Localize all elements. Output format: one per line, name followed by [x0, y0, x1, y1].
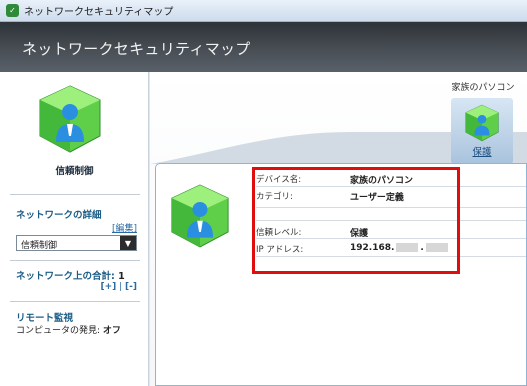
- highlight-box: [252, 167, 460, 274]
- trust-caption: 信頼制御: [55, 166, 94, 177]
- divider: [10, 194, 140, 195]
- zoom-in-button[interactable]: [+]: [100, 282, 116, 292]
- computer-node[interactable]: 保護: [451, 98, 513, 164]
- trust-dropdown-value: 信頼制御: [21, 241, 58, 251]
- trust-dropdown[interactable]: 信頼制御 ▼: [16, 235, 137, 251]
- total-count: 1: [118, 271, 125, 282]
- computer-discovery: コンピュータの発見: オフ: [16, 323, 121, 336]
- node-status-link[interactable]: 保護: [451, 144, 513, 158]
- secure-computer-cube-icon: [171, 184, 229, 248]
- header-title: ネットワークセキュリティマップ: [22, 40, 251, 58]
- total-label: ネットワーク上の合計:: [16, 271, 115, 282]
- window-titlebar: ✓ ネットワークセキュリティマップ: [0, 0, 527, 22]
- discovery-label: コンピュータの発見:: [16, 326, 101, 336]
- zoom-separator: |: [119, 282, 123, 292]
- secure-computer-cube-icon: [465, 104, 499, 142]
- node-label: 家族のパソコン: [451, 83, 515, 93]
- secure-computer-cube-icon: [39, 85, 101, 153]
- zoom-controls: [+] | [-]: [100, 282, 137, 292]
- discovery-value: オフ: [102, 326, 121, 336]
- network-details-title: ネットワークの詳細: [16, 210, 102, 221]
- edit-link[interactable]: [編集]: [112, 221, 137, 234]
- window-title: ネットワークセキュリティマップ: [24, 7, 174, 18]
- dropdown-arrow-icon[interactable]: ▼: [120, 236, 136, 250]
- app-header: ネットワークセキュリティマップ: [0, 22, 527, 72]
- divider: [10, 301, 140, 302]
- remote-monitoring-title: リモート監視: [16, 313, 74, 324]
- left-panel: 信頼制御 ネットワークの詳細 [編集] 信頼制御 ▼ ネットワーク上の合計: 1…: [0, 72, 149, 386]
- total-on-network: ネットワーク上の合計: 1: [16, 268, 125, 282]
- divider: [10, 260, 140, 261]
- zoom-out-button[interactable]: [-]: [125, 282, 137, 292]
- app-icon: ✓: [6, 4, 19, 17]
